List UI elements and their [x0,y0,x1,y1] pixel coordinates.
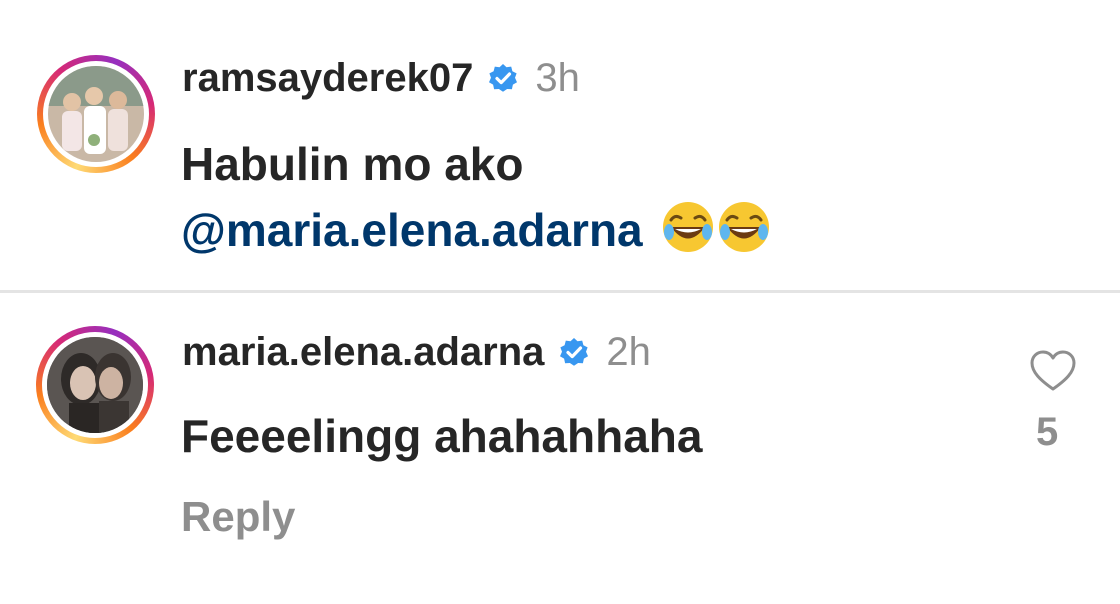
comment-username[interactable]: ramsayderek07 [182,56,473,101]
comment-text: Habulin mo ako [181,134,523,194]
avatar-ramsayderek07[interactable] [37,55,155,173]
comment-text-line: Habulin mo ako [181,138,524,190]
laughing-emoji-icon [717,200,771,254]
comment-username[interactable]: maria.elena.adarna [182,330,544,375]
avatar-maria-elena-adarna[interactable] [36,326,154,444]
reply-button[interactable]: Reply [181,493,295,541]
comment-text-line2: @maria.elena.adarna [181,200,771,260]
comment-timestamp: 2h [606,330,651,374]
mention-link[interactable]: @maria.elena.adarna [181,204,643,256]
verified-badge-icon [558,337,590,369]
comment-text: Feeeelingg ahahahhaha [181,410,703,462]
laughing-emoji-icon [661,200,715,254]
comment-timestamp: 3h [535,56,580,100]
heart-icon[interactable] [1030,350,1076,392]
comment-divider [0,290,1120,293]
like-count: 5 [1036,410,1059,454]
verified-badge-icon [487,63,519,95]
